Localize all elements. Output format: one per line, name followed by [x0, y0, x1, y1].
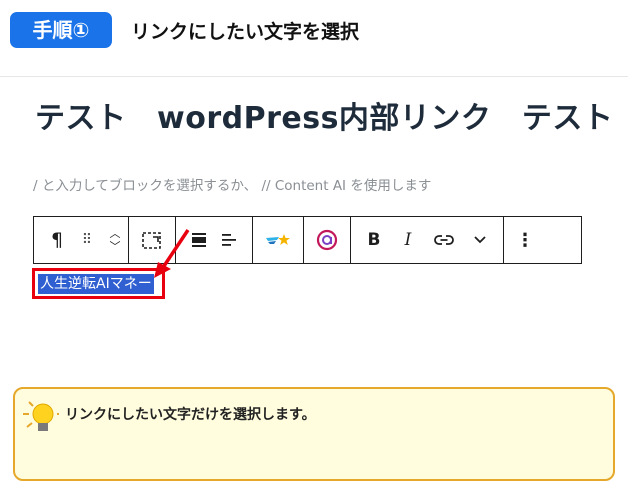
lightbulb-icon	[23, 401, 59, 431]
content-ai-icon[interactable]	[312, 217, 342, 263]
selected-text[interactable]: 人生逆転AIマネー	[38, 274, 154, 294]
paragraph-icon[interactable]: ¶	[42, 217, 72, 263]
step-badge: 手順①	[10, 12, 112, 48]
move-down-icon[interactable]: ﹀	[110, 240, 121, 253]
options-menu-icon[interactable]: ⋮	[510, 217, 540, 263]
step-title: リンクにしたい文字を選択	[131, 21, 360, 43]
align-left-icon[interactable]	[214, 217, 244, 263]
move-block-buttons: ︿ ﹀	[102, 217, 128, 263]
toolbar-group-format: B I	[351, 217, 504, 263]
block-placeholder[interactable]: / と入力してブロックを選択するか、 // Content AI を使用します	[33, 174, 431, 194]
toolbar-group-options: ⋮	[504, 217, 546, 263]
tip-box: リンクにしたい文字だけを選択します。	[13, 387, 615, 481]
move-up-icon[interactable]: ︿	[110, 227, 121, 240]
toolbar-group-block: ¶ ⠿ ︿ ﹀	[34, 217, 129, 263]
more-formats-chevron-down-icon[interactable]	[463, 217, 497, 263]
tip-text: リンクにしたい文字だけを選択します。	[65, 407, 316, 423]
italic-button[interactable]: I	[391, 217, 425, 263]
toolbar-group-plugin	[253, 217, 304, 263]
annotation-arrow-icon	[154, 229, 190, 278]
post-title[interactable]: テスト wordPress内部リンク テスト	[35, 93, 628, 137]
drag-handle-icon[interactable]: ⠿	[72, 217, 102, 263]
step-header: 手順① リンクにしたい文字を選択	[0, 0, 628, 77]
block-toolbar: ¶ ⠿ ︿ ﹀ B I ⋮	[33, 216, 582, 264]
toolbar-group-ai	[304, 217, 351, 263]
plugin-star-icon[interactable]	[263, 217, 293, 263]
link-icon[interactable]	[425, 217, 463, 263]
bold-button[interactable]: B	[357, 217, 391, 263]
